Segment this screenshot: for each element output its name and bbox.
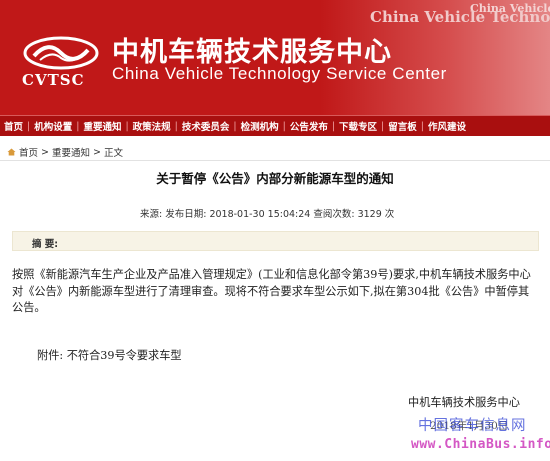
nav-item-conduct[interactable]: 作风建设	[424, 119, 470, 133]
main-nav: 首页 | 机构设置 | 重要通知 | 政策法规 | 技术委员会 | 检测机构 |…	[0, 115, 550, 136]
article-body: 按照《新能源汽车生产企业及产品准入管理规定》(工业和信息化部令第39号)要求,中…	[12, 268, 531, 314]
summary-box: 摘 要:	[12, 231, 539, 251]
cvtsc-logo-icon	[23, 36, 99, 70]
org-name-en: China Vehicle Technology Service Center	[112, 64, 447, 83]
nav-item-organization[interactable]: 机构设置	[30, 119, 76, 133]
breadcrumb-separator: >	[93, 146, 101, 158]
signature-org: 中机车辆技术服务中心	[408, 396, 520, 409]
nav-item-testing-orgs[interactable]: 检测机构	[237, 119, 283, 133]
article-title: 关于暂停《公告》内部分新能源车型的通知	[156, 171, 394, 186]
nav-item-home[interactable]: 首页	[0, 119, 27, 133]
article-meta: 来源: 发布日期: 2018-01-30 15:04:24 查阅次数: 3129…	[140, 209, 395, 220]
nav-item-announcements[interactable]: 公告发布	[286, 119, 332, 133]
nav-item-policies[interactable]: 政策法规	[129, 119, 175, 133]
breadcrumb-home[interactable]: 首页	[19, 145, 38, 159]
breadcrumb-divider	[0, 160, 550, 161]
nav-item-downloads[interactable]: 下载专区	[335, 119, 381, 133]
header-banner: China Vehicle Technolo China Vehicle Tec…	[0, 0, 550, 115]
article-attachment[interactable]: 附件: 不符合39号令要求车型	[37, 347, 182, 363]
nav-item-tech-committee[interactable]: 技术委员会	[178, 119, 234, 133]
nav-item-notices[interactable]: 重要通知	[79, 119, 125, 133]
breadcrumb-notices[interactable]: 重要通知	[52, 145, 90, 159]
watermark-text: 中国客车信息网	[418, 418, 527, 434]
breadcrumb: 首页 > 重要通知 > 正文	[7, 145, 123, 159]
breadcrumb-current: 正文	[103, 148, 123, 159]
breadcrumb-separator: >	[41, 146, 49, 158]
summary-label: 摘 要:	[32, 239, 59, 250]
logo-abbreviation: CVTSC	[22, 71, 85, 89]
home-icon	[7, 148, 16, 156]
banner-faded-text: China Vehicle Technolo	[370, 8, 550, 26]
watermark-url: www.ChinaBus.info	[411, 437, 550, 452]
nav-item-guestbook[interactable]: 留言板	[384, 119, 421, 133]
